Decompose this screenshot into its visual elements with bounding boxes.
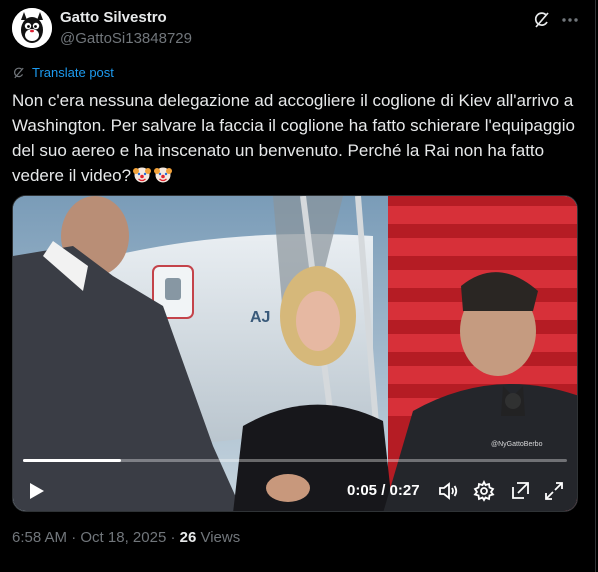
post-date[interactable]: Oct 18, 2025 (80, 529, 166, 546)
post-card: Gatto Silvestro @GattoSi13848729 Transla… (0, 0, 596, 572)
plane-text: AJ (250, 309, 270, 326)
avatar[interactable] (12, 8, 52, 48)
translate-post-link[interactable]: Translate post (12, 65, 114, 80)
translate-label[interactable]: Translate post (32, 65, 114, 80)
current-time: 0:05 (347, 482, 378, 499)
meta-dot: · (166, 529, 180, 546)
author-name[interactable]: Gatto Silvestro (60, 9, 167, 26)
grok-icon[interactable] (532, 10, 552, 30)
clown-face-emoji (132, 164, 152, 191)
meta-dot: · (67, 529, 81, 546)
post-text: Non c'era nessuna delegazione ad accogli… (12, 91, 575, 185)
video-frame: AJ (13, 196, 577, 511)
play-icon[interactable] (25, 480, 47, 502)
post-text-block: Non c'era nessuna delegazione ad accogli… (12, 88, 584, 191)
views-label: Views (196, 529, 241, 546)
clown-face-emoji (153, 164, 173, 191)
settings-gear-icon[interactable] (473, 479, 495, 502)
video-watermark: @NyGattoBerbo (491, 441, 543, 448)
author-handle[interactable]: @GattoSi13848729 (60, 30, 192, 47)
views-count: 26 (179, 529, 197, 546)
duration: 0:27 (389, 482, 420, 499)
video-player[interactable]: AJ @NyGattoBerbo 0:05 / 0:27 (12, 195, 578, 512)
picture-in-picture-icon[interactable] (509, 480, 531, 502)
fullscreen-icon[interactable] (543, 480, 565, 502)
progress-bar[interactable] (23, 459, 567, 462)
post-meta: 6:58 AM · Oct 18, 2025 · 26 Views (12, 529, 240, 546)
time-separator: / (377, 482, 390, 499)
video-time: 0:05 / 0:27 (347, 482, 420, 499)
more-horizontal-icon[interactable] (560, 10, 580, 30)
volume-icon[interactable] (437, 480, 459, 502)
post-time[interactable]: 6:58 AM (12, 529, 67, 546)
translate-icon (14, 67, 24, 78)
progress-fill (23, 459, 121, 462)
